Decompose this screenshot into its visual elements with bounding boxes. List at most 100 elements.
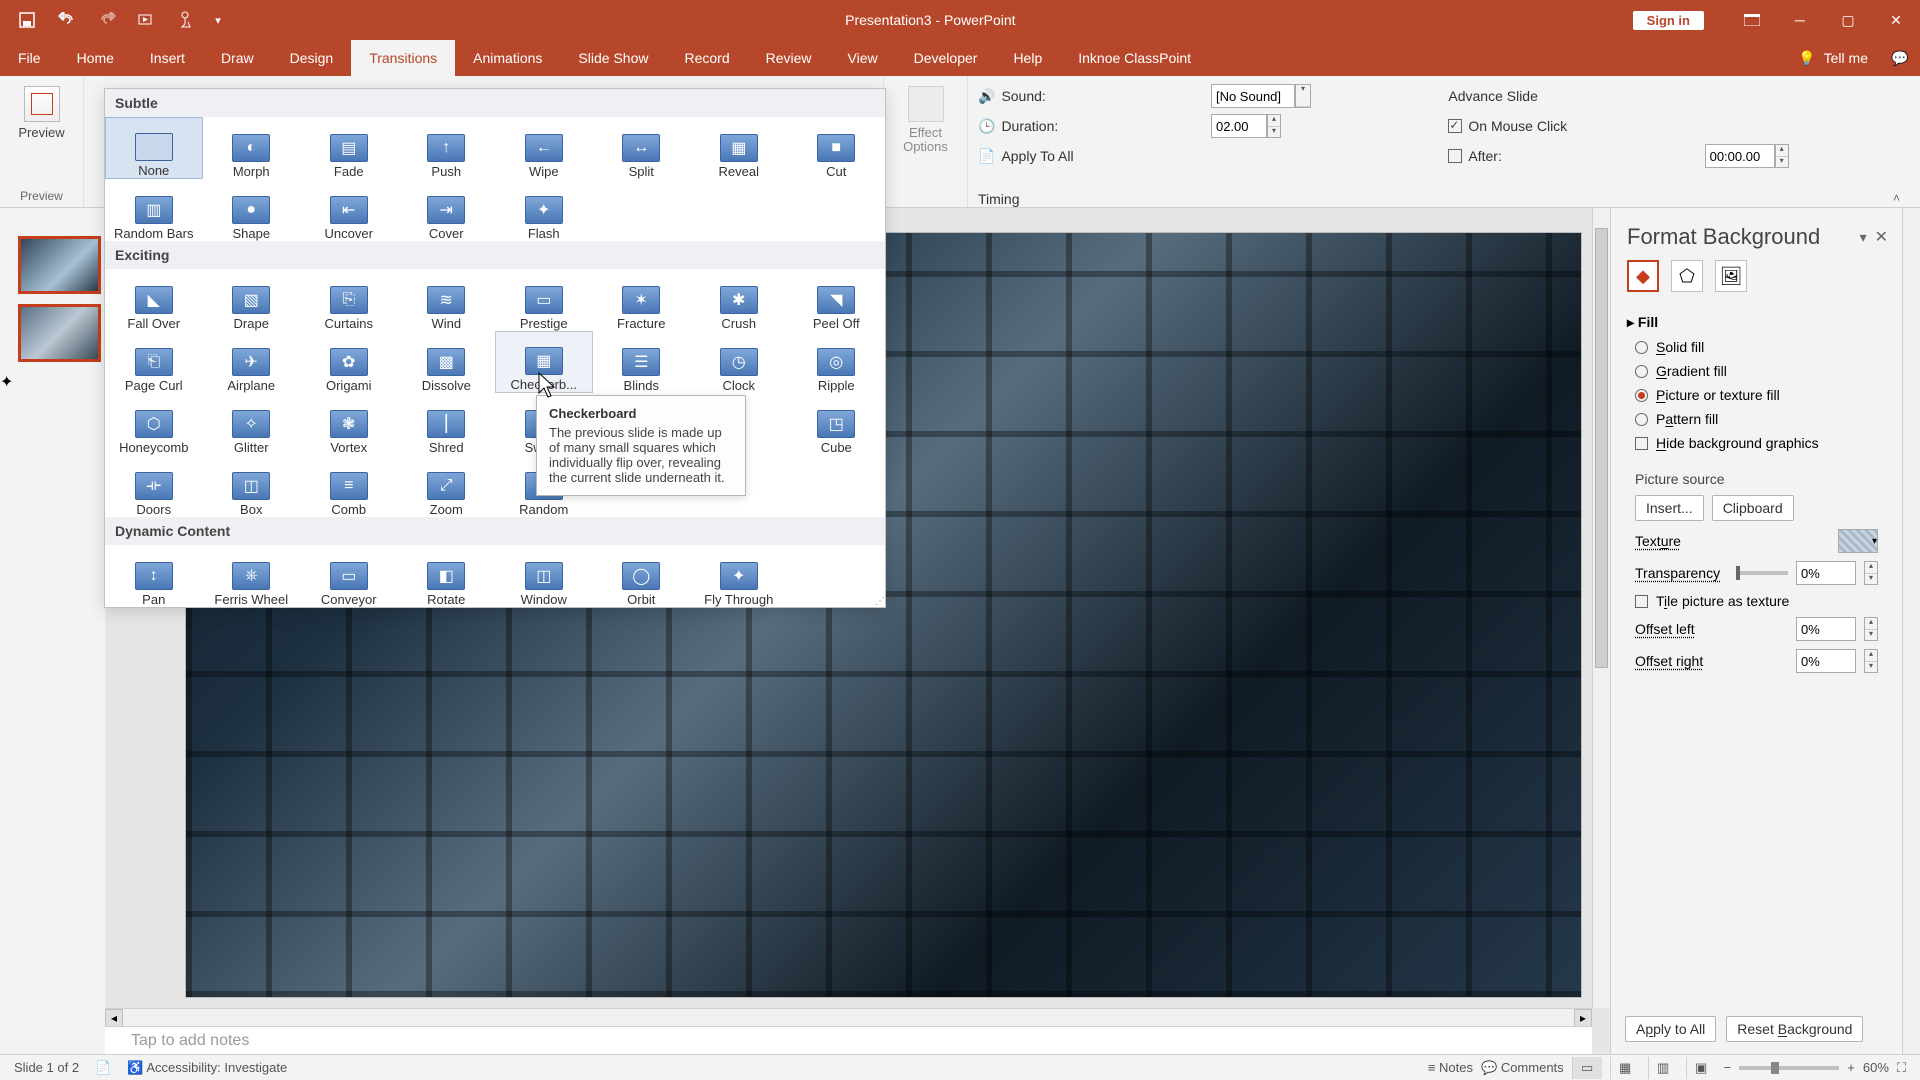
slide-thumb-1[interactable] (18, 236, 101, 294)
after-time-value[interactable] (1705, 144, 1775, 168)
tab-record[interactable]: Record (666, 40, 747, 76)
transition-box[interactable]: ◫Box (203, 455, 301, 517)
gallery-resize-icon[interactable]: ⋰ (875, 596, 885, 607)
transition-checkerb-[interactable]: ▦Checkerb... (495, 331, 593, 393)
normal-view-icon[interactable]: ▭ (1572, 1057, 1602, 1079)
tab-review[interactable]: Review (748, 40, 830, 76)
transition-clock[interactable]: ◷Clock (690, 331, 788, 393)
transition-random-bars[interactable]: ▥Random Bars (105, 179, 203, 241)
offset-left-value[interactable] (1796, 617, 1856, 641)
transition-reveal[interactable]: ▦Reveal (690, 117, 788, 179)
transition-morph[interactable]: ◐Morph (203, 117, 301, 179)
transition-blinds[interactable]: ☰Blinds (593, 331, 691, 393)
effect-options-button[interactable]: Effect Options (891, 82, 961, 189)
transition-flash[interactable]: ✦Flash (495, 179, 593, 241)
solid-fill-option[interactable]: Solid fill (1627, 335, 1886, 359)
gradient-fill-option[interactable]: Gradient fill (1627, 359, 1886, 383)
pane-dropdown-icon[interactable]: ▾ (1860, 229, 1867, 246)
reset-background-button[interactable]: Reset Background (1726, 1016, 1863, 1042)
sound-dropdown[interactable]: ▾ (1211, 84, 1432, 108)
transition-shape[interactable]: ●Shape (203, 179, 301, 241)
transition-airplane[interactable]: ✈Airplane (203, 331, 301, 393)
transition-window[interactable]: ◫Window (495, 545, 593, 607)
duration-value[interactable] (1211, 114, 1267, 138)
transition-doors[interactable]: ⟛Doors (105, 455, 203, 517)
maximize-icon[interactable]: ▢ (1824, 0, 1872, 40)
slide-count-status[interactable]: Slide 1 of 2 (14, 1060, 79, 1075)
tab-slideshow[interactable]: Slide Show (560, 40, 666, 76)
transition-honeycomb[interactable]: ⬡Honeycomb (105, 393, 203, 455)
texture-picker[interactable]: ▾ (1838, 529, 1878, 553)
tab-home[interactable]: Home (59, 40, 132, 76)
picture-fill-option[interactable]: Picture or texture fill (1627, 383, 1886, 407)
transition-zoom[interactable]: ⤢Zoom (398, 455, 496, 517)
zoom-level[interactable]: 60% (1863, 1060, 1889, 1075)
signin-button[interactable]: Sign in (1633, 11, 1704, 30)
sorter-view-icon[interactable]: ▦ (1610, 1057, 1640, 1079)
hide-bg-check[interactable]: Hide background graphics (1627, 431, 1886, 455)
transition-drape[interactable]: ▧Drape (203, 269, 301, 331)
transition-crush[interactable]: ✱Crush (690, 269, 788, 331)
transition-cube[interactable]: ◳Cube (788, 393, 886, 455)
duration-spinner[interactable]: ▴▾ (1211, 114, 1432, 138)
transition-comb[interactable]: ≡Comb (300, 455, 398, 517)
after-check[interactable]: After: (1448, 148, 1688, 164)
transition-split[interactable]: ↔Split (593, 117, 691, 179)
transition-fracture[interactable]: ✶Fracture (593, 269, 691, 331)
tab-view[interactable]: View (830, 40, 896, 76)
transition-rotate[interactable]: ◧Rotate (398, 545, 496, 607)
vertical-scrollbar[interactable] (1592, 208, 1610, 1008)
transition-origami[interactable]: ✿Origami (300, 331, 398, 393)
slide-thumb-2[interactable] (18, 304, 101, 362)
transition-none[interactable]: None (105, 117, 203, 179)
reading-view-icon[interactable]: ▥ (1648, 1057, 1678, 1079)
redo-icon[interactable] (88, 0, 126, 40)
pane-scrollbar[interactable] (1902, 208, 1920, 1054)
qat-customize-icon[interactable]: ▾ (208, 0, 228, 40)
transition-orbit[interactable]: ◯Orbit (593, 545, 691, 607)
effects-tab-icon[interactable]: ⬠ (1671, 260, 1703, 292)
picture-tab-icon[interactable]: 🖼 (1715, 260, 1747, 292)
preview-button[interactable]: Preview (7, 82, 77, 189)
transition-dissolve[interactable]: ▩Dissolve (398, 331, 496, 393)
insert-picture-button[interactable]: Insert... (1635, 495, 1704, 521)
tile-picture-check[interactable]: Tile picture as texture (1627, 589, 1886, 613)
transition-fade[interactable]: ▤Fade (300, 117, 398, 179)
transition-cover[interactable]: ⇥Cover (398, 179, 496, 241)
after-time-spinner[interactable]: ▴▾ (1705, 144, 1910, 168)
tab-file[interactable]: File (0, 40, 59, 76)
tab-animations[interactable]: Animations (455, 40, 560, 76)
transition-cut[interactable]: ■Cut (788, 117, 886, 179)
pane-close-icon[interactable]: ✕ (1875, 227, 1888, 247)
transition-push[interactable]: ↑Push (398, 117, 496, 179)
collapse-ribbon-icon[interactable]: ˄ (1887, 189, 1906, 207)
transition-fall-over[interactable]: ◣Fall Over (105, 269, 203, 331)
ribbon-display-icon[interactable] (1728, 0, 1776, 40)
transition-pan[interactable]: ↕Pan (105, 545, 203, 607)
notes-status-icon[interactable]: 📄 (95, 1060, 111, 1076)
notes-pane[interactable]: Tap to add notes (105, 1026, 1592, 1054)
from-beginning-icon[interactable] (128, 0, 166, 40)
fill-tab-icon[interactable]: ◆ (1627, 260, 1659, 292)
pattern-fill-option[interactable]: Pattern fill (1627, 407, 1886, 431)
tab-developer[interactable]: Developer (896, 40, 996, 76)
minimize-icon[interactable]: ─ (1776, 0, 1824, 40)
transition-curtains[interactable]: ⎘Curtains (300, 269, 398, 331)
save-icon[interactable] (8, 0, 46, 40)
close-icon[interactable]: ✕ (1872, 0, 1920, 40)
tab-design[interactable]: Design (272, 40, 352, 76)
zoom-slider[interactable] (1739, 1066, 1839, 1070)
tab-insert[interactable]: Insert (132, 40, 203, 76)
transition-page-curl[interactable]: ⎗Page Curl (105, 331, 203, 393)
apply-to-all-button[interactable]: Apply to All (1625, 1016, 1716, 1042)
transition-prestige[interactable]: ▭Prestige (495, 269, 593, 331)
transparency-value[interactable] (1796, 561, 1856, 585)
fill-section-header[interactable]: ▸ Fill (1627, 310, 1886, 335)
slideshow-view-icon[interactable]: ▣ (1686, 1057, 1716, 1079)
tell-me-search[interactable]: 💡 Tell me (1786, 40, 1880, 76)
transition-peel-off[interactable]: ◥Peel Off (788, 269, 886, 331)
tab-classpoint[interactable]: Inknoe ClassPoint (1060, 40, 1209, 76)
offset-right-value[interactable] (1796, 649, 1856, 673)
sound-value[interactable] (1211, 84, 1295, 108)
fit-to-window-icon[interactable]: ⛶ (1897, 1060, 1906, 1076)
